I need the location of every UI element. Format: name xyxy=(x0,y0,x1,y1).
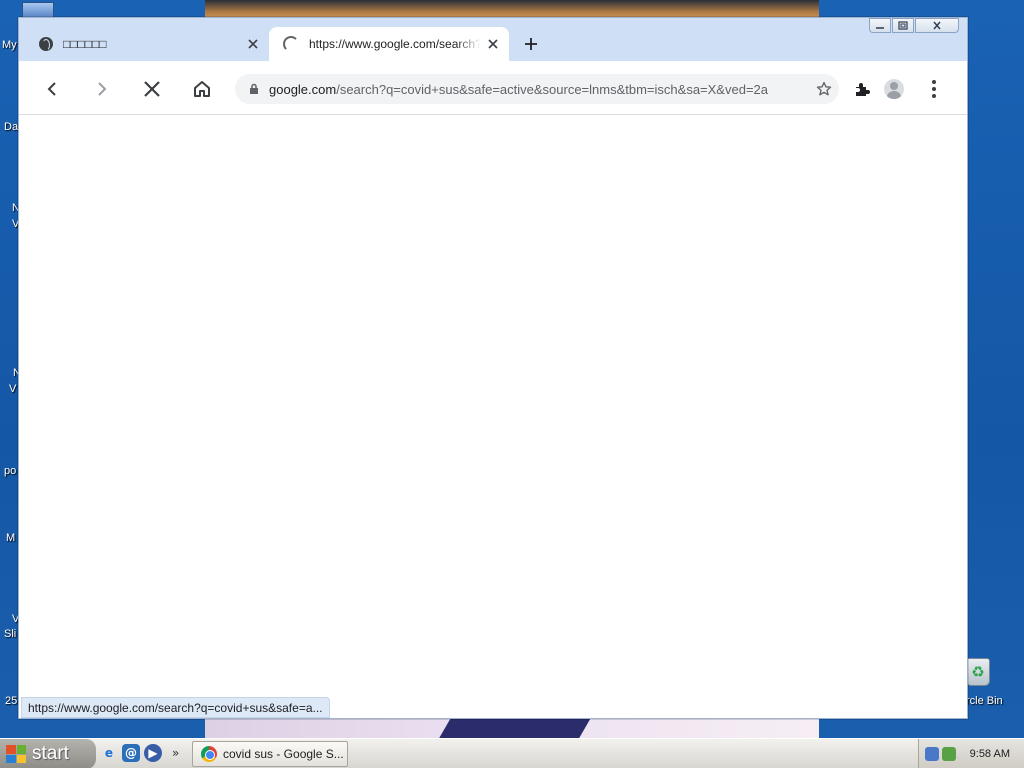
url-host: google.com xyxy=(269,81,337,97)
address-bar[interactable]: google.com/search?q=covid+sus&safe=activ… xyxy=(235,74,839,104)
tray-app-icon[interactable] xyxy=(942,747,956,761)
ie-icon[interactable]: e xyxy=(100,744,118,762)
recycle-bin-label[interactable]: rcle Bin xyxy=(966,695,1003,707)
taskbar: start e @ ▶ » covid sus - Google S... 9:… xyxy=(0,738,1024,768)
desktop-icon-label[interactable]: po xyxy=(4,465,16,477)
stop-button[interactable] xyxy=(136,73,168,105)
close-icon xyxy=(248,39,258,49)
tab-close-button[interactable] xyxy=(481,32,505,56)
close-icon xyxy=(933,21,941,30)
window-close-button[interactable] xyxy=(915,18,959,33)
tab-title: □□□□□□ xyxy=(63,37,107,51)
home-icon xyxy=(194,81,210,97)
bookmark-star-button[interactable] xyxy=(809,81,839,97)
outlook-icon[interactable]: @ xyxy=(122,744,140,762)
desktop-icon-label[interactable]: Da xyxy=(4,121,18,133)
taskbar-window-label: covid sus - Google S... xyxy=(223,747,344,761)
minimize-icon xyxy=(876,26,884,29)
new-tab-button[interactable] xyxy=(519,32,543,56)
quick-launch-chevron[interactable]: » xyxy=(172,746,179,760)
browser-window: □□□□□□ https://www.google.com/search?q=c… xyxy=(18,17,968,719)
url-path: /search?q=covid+sus&safe=active&source=l… xyxy=(336,81,768,97)
back-icon xyxy=(47,82,56,96)
windows-logo-icon xyxy=(6,745,26,763)
globe-icon xyxy=(39,37,53,51)
tab-inactive[interactable]: □□□□□□ xyxy=(25,27,269,61)
page-content xyxy=(19,116,967,718)
back-button[interactable] xyxy=(36,73,68,105)
desktop-icon-label[interactable]: 25 xyxy=(5,695,17,707)
tray-clock[interactable]: 9:58 AM xyxy=(970,748,1010,760)
browser-toolbar: google.com/search?q=covid+sus&safe=activ… xyxy=(19,61,967,115)
tab-title: https://www.google.com/search?q=covid+su… xyxy=(309,37,481,51)
start-button[interactable]: start xyxy=(0,739,96,768)
status-bubble: https://www.google.com/search?q=covid+su… xyxy=(21,697,330,718)
restore-icon xyxy=(898,21,908,30)
avatar-icon xyxy=(884,79,904,99)
loading-spinner-icon xyxy=(283,36,299,52)
stop-icon xyxy=(144,81,160,97)
forward-button[interactable] xyxy=(86,73,118,105)
quick-launch: e @ ▶ » xyxy=(100,744,179,762)
tab-strip: □□□□□□ https://www.google.com/search?q=c… xyxy=(19,18,967,61)
menu-button[interactable] xyxy=(918,73,950,105)
kebab-menu-icon xyxy=(932,80,936,98)
desktop-icon-label[interactable]: V xyxy=(9,383,16,395)
home-button[interactable] xyxy=(186,73,218,105)
url-text[interactable]: google.com/search?q=covid+sus&safe=activ… xyxy=(269,82,809,97)
start-label: start xyxy=(32,743,69,764)
desktop-icon-label[interactable]: My xyxy=(2,39,17,51)
tab-close-button[interactable] xyxy=(241,32,265,56)
star-icon xyxy=(816,81,832,96)
tray-network-icon[interactable] xyxy=(925,747,939,761)
recycle-bin-icon[interactable]: ♻ xyxy=(966,658,990,686)
maximize-button[interactable] xyxy=(892,18,914,33)
forward-icon xyxy=(98,82,107,96)
window-caption-buttons xyxy=(869,18,959,33)
tab-active[interactable]: https://www.google.com/search?q=covid+su… xyxy=(269,27,509,61)
chrome-icon xyxy=(201,746,217,762)
desktop-icon-label[interactable]: Sli xyxy=(4,628,16,640)
minimize-button[interactable] xyxy=(869,18,891,33)
lock-icon[interactable] xyxy=(239,83,269,95)
system-tray: 9:58 AM xyxy=(918,739,1024,768)
taskbar-window-button[interactable]: covid sus - Google S... xyxy=(192,741,348,767)
media-player-icon[interactable]: ▶ xyxy=(144,744,162,762)
my-computer-icon[interactable] xyxy=(22,2,54,18)
puzzle-icon xyxy=(856,83,870,96)
close-icon xyxy=(488,39,498,49)
profile-button[interactable] xyxy=(878,73,910,105)
plus-icon xyxy=(525,38,537,50)
desktop-icon-label[interactable]: M xyxy=(6,532,15,544)
extensions-button[interactable] xyxy=(846,73,878,105)
